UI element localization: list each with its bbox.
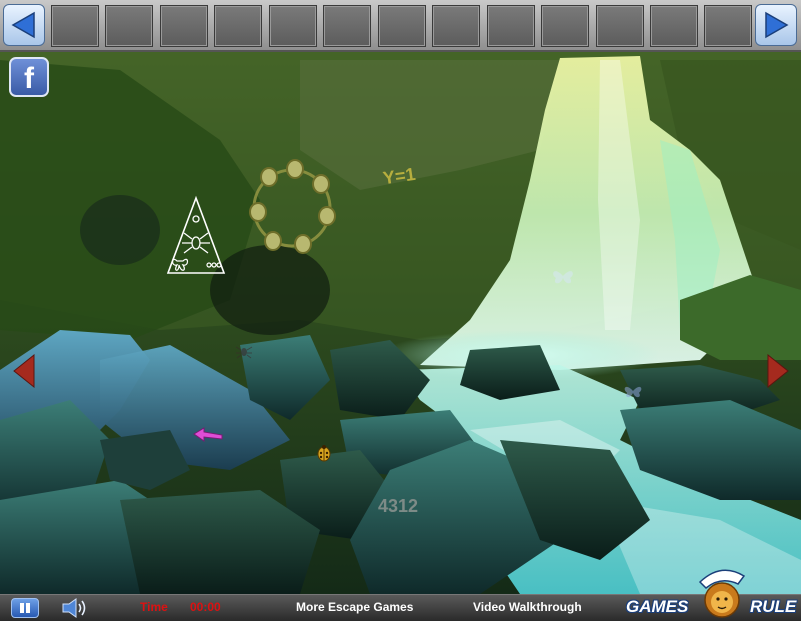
inventory-slot-5[interactable] (269, 5, 317, 47)
hidden-spider-icon[interactable] (235, 344, 253, 360)
lion-mascot-icon (698, 569, 746, 618)
inventory-slot-1[interactable] (51, 5, 99, 47)
knob-4[interactable] (318, 206, 336, 226)
knob-7[interactable] (249, 202, 267, 222)
logo-games-text: GAMES (626, 597, 689, 616)
logo-rule-text: RULE (750, 597, 797, 616)
inventory-slot-3[interactable] (160, 5, 208, 47)
code-number-text: 4312 (378, 496, 419, 516)
inventory-slot-2[interactable] (105, 5, 153, 47)
arrow-right-icon (765, 11, 789, 39)
pink-arrow-hint-icon (193, 427, 223, 442)
inventory-slot-8[interactable] (432, 5, 480, 47)
inventory-slot-4[interactable] (214, 5, 262, 47)
scene-left-arrow[interactable] (12, 354, 36, 388)
sound-icon[interactable] (60, 597, 92, 619)
more-escape-games-link[interactable]: More Escape Games (296, 600, 413, 614)
inventory-slot-12[interactable] (650, 5, 698, 47)
ladybug-icon[interactable] (316, 444, 332, 462)
time-label: Time (140, 600, 168, 614)
triangle-symbol-puzzle[interactable] (165, 195, 227, 277)
clue-text: Y=1 (381, 163, 417, 189)
knob-1[interactable] (260, 167, 278, 187)
inventory-slot-6[interactable] (323, 5, 371, 47)
inventory-slot-11[interactable] (596, 5, 644, 47)
inventory-slot-9[interactable] (487, 5, 535, 47)
knob-2[interactable] (286, 159, 304, 179)
inventory-prev-button[interactable] (3, 4, 45, 46)
facebook-icon: f (24, 62, 34, 95)
inventory-next-button[interactable] (755, 4, 797, 46)
video-walkthrough-link[interactable]: Video Walkthrough (473, 600, 582, 614)
ant-symbol-icon (206, 262, 222, 268)
facebook-share-button[interactable]: f (9, 57, 49, 97)
butterfly-symbol-icon (171, 258, 189, 271)
inventory-slot-7[interactable] (378, 5, 426, 47)
arrow-left-icon (11, 11, 35, 39)
knob-6[interactable] (264, 231, 282, 251)
inventory-bar (0, 0, 801, 52)
games-rule-logo[interactable]: GAMES RULE (626, 569, 797, 620)
hidden-moth-icon[interactable] (622, 382, 644, 400)
spider-symbol-icon (182, 232, 210, 254)
pause-button[interactable] (11, 598, 39, 618)
bug-symbol-icon (192, 215, 200, 223)
hidden-butterfly-icon[interactable] (550, 266, 576, 286)
circle-knob-puzzle[interactable] (245, 156, 340, 261)
time-value: 00:00 (190, 600, 221, 614)
inventory-slot-13[interactable] (704, 5, 752, 47)
knob-3[interactable] (312, 174, 330, 194)
inventory-slot-10[interactable] (541, 5, 589, 47)
scene-right-arrow[interactable] (766, 354, 790, 388)
knob-5[interactable] (294, 234, 312, 254)
game-scene: Y=1 4312 (0, 52, 801, 594)
